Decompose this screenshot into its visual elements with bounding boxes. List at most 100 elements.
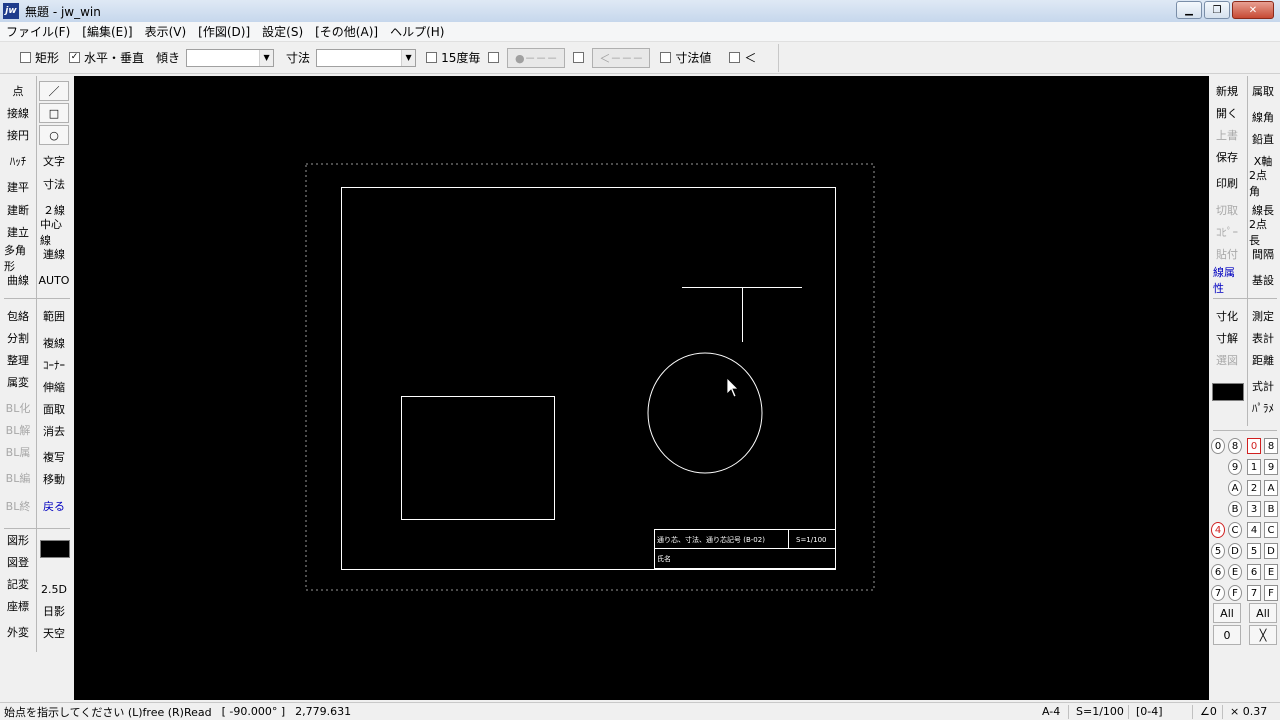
arrow-checkbox[interactable] xyxy=(573,52,585,63)
tilt-combo[interactable]: ▼ xyxy=(186,48,275,67)
left-col2-tool-button[interactable]: 2.5D xyxy=(39,579,69,599)
layer-button[interactable]: 1 xyxy=(1247,459,1261,475)
left-col2-tool-button[interactable]: ／ xyxy=(39,81,69,101)
right-col1-tool-button[interactable]: 新規 xyxy=(1212,81,1242,101)
right-col1-tool-button[interactable]: 印刷 xyxy=(1212,173,1242,193)
layer-all-button[interactable]: All xyxy=(1213,603,1241,623)
line-type-sample[interactable] xyxy=(40,540,70,558)
left-col2-tool-button[interactable]: 中心線 xyxy=(39,218,69,247)
right-col2-tool-button[interactable]: 2点長 xyxy=(1248,218,1278,247)
menu-edit[interactable]: [編集(E)] xyxy=(76,23,138,40)
right-col1-tool-button[interactable]: 上書 xyxy=(1212,125,1242,145)
layer-button[interactable]: 0 xyxy=(1247,438,1261,454)
layer-button[interactable]: A xyxy=(1228,480,1242,496)
left-col1-tool-button[interactable]: 包絡 xyxy=(3,306,33,326)
left-col2-tool-button[interactable]: 連線 xyxy=(39,244,69,264)
left-col1-tool-button[interactable]: ﾊｯﾁ xyxy=(3,151,33,171)
right-col2-tool-button[interactable]: 間隔 xyxy=(1248,244,1278,264)
layer-button[interactable]: F xyxy=(1264,585,1278,601)
left-col1-tool-button[interactable]: 接円 xyxy=(3,125,33,145)
left-col2-tool-button[interactable]: 伸縮 xyxy=(39,377,69,397)
layer-button[interactable]: B xyxy=(1228,501,1242,517)
dimval-checkbox[interactable] xyxy=(660,52,672,63)
menu-draw[interactable]: [作図(D)] xyxy=(192,23,256,40)
layer-button[interactable]: C xyxy=(1264,522,1278,538)
right-col2-tool-button[interactable]: ﾊﾟﾗﾒ xyxy=(1248,398,1278,418)
left-col1-tool-button[interactable]: BL終 xyxy=(3,496,33,516)
menu-file[interactable]: ファイル(F) xyxy=(0,23,76,40)
right-col1-tool-button[interactable]: 選図 xyxy=(1212,350,1242,370)
right-col2-tool-button[interactable]: 距離 xyxy=(1248,350,1278,370)
layer-group-all-button[interactable]: All xyxy=(1249,603,1277,623)
left-col1-tool-button[interactable]: 図登 xyxy=(3,552,33,572)
dot-checkbox[interactable] xyxy=(488,52,500,63)
layer-button[interactable]: 5 xyxy=(1247,543,1261,559)
layer-button[interactable]: C xyxy=(1228,522,1242,538)
layer-button[interactable]: D xyxy=(1264,543,1278,559)
right-col2-tool-button[interactable]: 属取 xyxy=(1248,81,1278,101)
left-col2-tool-button[interactable]: 移動 xyxy=(39,469,69,489)
layer-button[interactable]: 6 xyxy=(1211,564,1225,580)
left-col1-tool-button[interactable]: 外変 xyxy=(3,622,33,642)
left-col2-tool-button[interactable]: 面取 xyxy=(39,399,69,419)
left-col1-tool-button[interactable]: 点 xyxy=(3,81,33,101)
layer-button[interactable]: 3 xyxy=(1247,501,1261,517)
right-col1-tool-button[interactable]: 寸解 xyxy=(1212,328,1242,348)
dim-combo[interactable]: ▼ xyxy=(316,48,417,67)
layer-button[interactable]: 8 xyxy=(1228,438,1242,454)
layer-button[interactable]: 9 xyxy=(1264,459,1278,475)
arrow-button[interactable]: ＜－－－ xyxy=(592,47,651,68)
left-col2-tool-button[interactable]: 複線 xyxy=(39,333,69,353)
layer-button[interactable]: 7 xyxy=(1211,585,1225,601)
layer-button[interactable]: 8 xyxy=(1264,438,1278,454)
arrow-option[interactable] xyxy=(573,52,588,63)
right-col2-tool-button[interactable]: 2点角 xyxy=(1248,169,1278,198)
right-col2-tool-button[interactable]: 基設 xyxy=(1248,270,1278,290)
layer-button[interactable]: 6 xyxy=(1247,564,1261,580)
left-col2-tool-button[interactable]: ｺｰﾅｰ xyxy=(39,355,69,375)
left-col1-tool-button[interactable]: 属変 xyxy=(3,372,33,392)
layer-button[interactable]: 7 xyxy=(1247,585,1261,601)
lt-checkbox[interactable] xyxy=(729,52,741,63)
zoom-value[interactable]: × 0.37 xyxy=(1230,705,1267,718)
menu-help[interactable]: ヘルプ(H) xyxy=(384,23,450,40)
right-col2-tool-button[interactable]: 鉛直 xyxy=(1248,129,1278,149)
right-col1-tool-button[interactable]: 線属性 xyxy=(1212,266,1242,295)
left-col1-tool-button[interactable]: BL化 xyxy=(3,398,33,418)
angle-value[interactable]: ∠0 xyxy=(1200,705,1217,718)
right-col1-tool-button[interactable]: 寸化 xyxy=(1212,306,1242,326)
left-col2-tool-button[interactable]: □ xyxy=(39,103,69,123)
dot-button[interactable]: ●－－－ xyxy=(507,47,566,68)
left-col1-tool-button[interactable]: 建立 xyxy=(3,222,33,242)
left-col1-tool-button[interactable]: BL属 xyxy=(3,442,33,462)
layer-button[interactable]: 5 xyxy=(1211,543,1225,559)
dot-option[interactable] xyxy=(488,52,503,63)
menu-view[interactable]: 表示(V) xyxy=(139,23,193,40)
paper-size[interactable]: A-4 xyxy=(1042,705,1060,718)
left-col1-tool-button[interactable]: 記変 xyxy=(3,574,33,594)
deg15-option[interactable]: 15度毎 xyxy=(426,49,480,66)
layer-button[interactable]: 4 xyxy=(1247,522,1261,538)
layer-button[interactable]: E xyxy=(1228,564,1242,580)
left-col2-tool-button[interactable]: 寸法 xyxy=(39,174,69,194)
maximize-button[interactable]: ❐ xyxy=(1204,1,1230,19)
left-col1-tool-button[interactable]: 接線 xyxy=(3,103,33,123)
left-col2-tool-button[interactable]: 文字 xyxy=(39,151,69,171)
layer-button[interactable]: 0 xyxy=(1211,438,1225,454)
close-button[interactable]: ✕ xyxy=(1232,1,1274,19)
left-col1-tool-button[interactable]: 整理 xyxy=(3,350,33,370)
left-col1-tool-button[interactable]: 座標 xyxy=(3,596,33,616)
menu-settings[interactable]: 設定(S) xyxy=(256,23,309,40)
layer-button[interactable]: A xyxy=(1264,480,1278,496)
lt-option[interactable]: ＜ xyxy=(729,49,756,66)
scale-value[interactable]: S=1/100 xyxy=(1076,705,1124,718)
left-col1-tool-button[interactable]: 建断 xyxy=(3,200,33,220)
left-col2-tool-button[interactable]: 消去 xyxy=(39,421,69,441)
left-col2-tool-button[interactable]: 日影 xyxy=(39,601,69,621)
right-col2-tool-button[interactable]: 測定 xyxy=(1248,306,1278,326)
deg15-checkbox[interactable] xyxy=(426,52,438,63)
rect-option[interactable]: 矩形 xyxy=(20,49,59,66)
right-col1-tool-button[interactable]: 切取 xyxy=(1212,200,1242,220)
left-col1-tool-button[interactable]: 曲線 xyxy=(3,270,33,290)
right-col1-tool-button[interactable]: 貼付 xyxy=(1212,244,1242,264)
